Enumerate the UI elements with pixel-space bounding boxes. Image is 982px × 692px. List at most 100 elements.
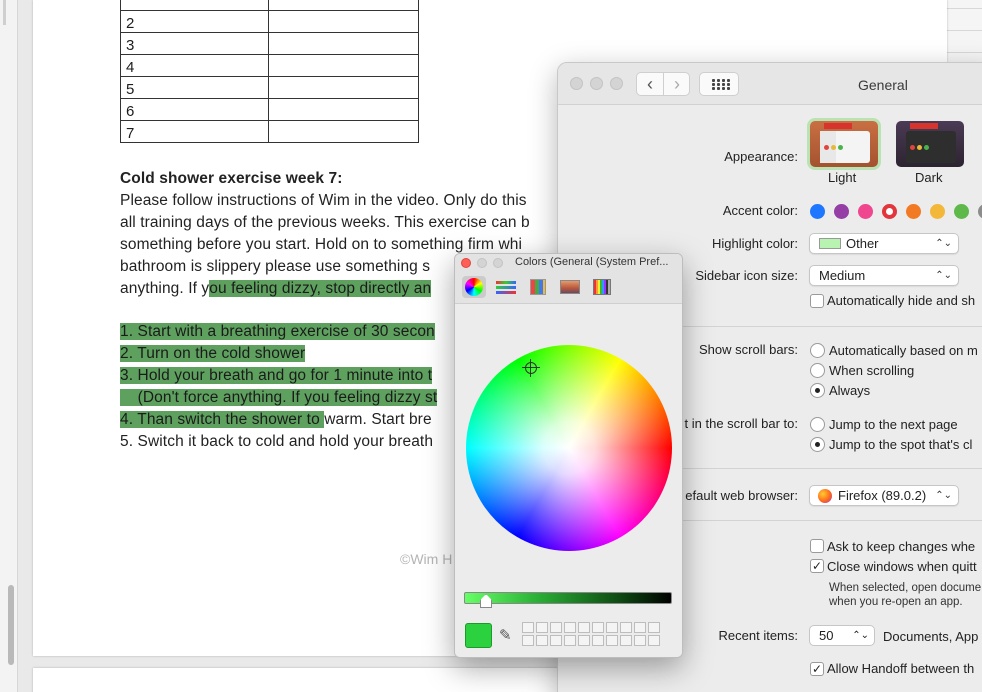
back-button[interactable]: ‹ (637, 75, 663, 95)
doc-highlight: 3. Hold your breath and go for 1 minute … (120, 367, 433, 384)
table-row: 7 (120, 120, 419, 143)
allow-handoff-checkbox[interactable]: ✓ (810, 662, 824, 676)
table-row: 4 (120, 54, 419, 77)
accent-yellow[interactable] (930, 204, 945, 219)
color-palettes-tab[interactable] (526, 276, 550, 298)
window-title: General (858, 77, 908, 93)
image-palette-icon (560, 280, 580, 294)
sidebar-size-popup[interactable]: Medium ⌃⌄ (809, 265, 959, 286)
color-wheel-icon (465, 278, 483, 296)
close-button[interactable] (570, 77, 583, 90)
appearance-dark-option[interactable] (896, 121, 964, 167)
click-scroll-label: t in the scroll bar to: (684, 416, 798, 431)
accent-blue[interactable] (810, 204, 825, 219)
scroll-always-radio[interactable] (810, 383, 825, 398)
default-browser-label: efault web browser: (685, 488, 798, 503)
accent-graphite[interactable] (978, 204, 982, 219)
jump-next-page-radio[interactable] (810, 417, 825, 432)
left-scroll-thumb[interactable] (8, 585, 14, 665)
recent-items-value: 50 (819, 628, 834, 643)
minimize-button[interactable] (477, 258, 487, 268)
doc-highlight: 4. Than switch the shower to (120, 411, 325, 428)
colors-panel: Colors (General (System Pref... ✎ (454, 253, 683, 658)
doc-step: 2. Turn on the cold shower (120, 345, 306, 363)
accent-green[interactable] (954, 204, 969, 219)
window-titlebar: ‹ › General (558, 63, 982, 105)
close-windows-note: when you re-open an app. (829, 596, 963, 608)
table-row: 3 (120, 32, 419, 55)
accent-pink[interactable] (858, 204, 873, 219)
doc-step: 1. Start with a breathing exercise of 30… (120, 323, 435, 341)
color-picker-crosshair[interactable] (522, 359, 540, 377)
zoom-button[interactable] (610, 77, 623, 90)
default-browser-popup[interactable]: Firefox (89.0.2) ⌃⌄ (809, 485, 959, 506)
image-palettes-tab[interactable] (558, 276, 582, 298)
close-button[interactable] (461, 258, 471, 268)
appearance-dark-label: Dark (915, 170, 943, 185)
chevron-updown-icon: ⌃⌄ (935, 238, 952, 249)
doc-highlight: (Don't force anything. If you feeling di… (120, 389, 438, 406)
recent-items-stepper[interactable]: 50 ⌃⌄ (809, 625, 875, 646)
sliders-icon (496, 281, 516, 284)
doc-step: (Don't force anything. If you feeling di… (120, 389, 438, 407)
close-windows-checkbox[interactable]: ✓ (810, 559, 824, 573)
close-windows-label: Close windows when quitt (827, 559, 977, 574)
left-scrollbar[interactable] (0, 0, 18, 692)
accent-red-selected[interactable] (882, 204, 897, 219)
colors-toolbar (455, 272, 682, 304)
chevron-updown-icon: ⌃⌄ (935, 490, 952, 501)
eyedropper-icon[interactable]: ✎ (499, 627, 517, 645)
default-browser-value: Firefox (89.0.2) (838, 488, 927, 503)
scroll-auto-radio[interactable] (810, 343, 825, 358)
appearance-light-label: Light (828, 170, 857, 185)
zoom-button[interactable] (493, 258, 503, 268)
scroll-always-label: Always (829, 383, 871, 398)
doc-text-plain: warm. Start bre (324, 411, 432, 428)
scroll-when-scrolling-radio[interactable] (810, 363, 825, 378)
current-color-swatch[interactable] (465, 623, 492, 648)
color-wheel[interactable] (466, 345, 672, 551)
pencils-tab[interactable] (590, 276, 614, 298)
doc-highlight: 2. Turn on the cold shower (120, 345, 306, 362)
palettes-icon (530, 279, 546, 295)
accent-orange[interactable] (906, 204, 921, 219)
firefox-icon (818, 489, 832, 503)
jump-next-page-label: Jump to the next page (829, 417, 958, 432)
forward-button[interactable]: › (664, 75, 690, 95)
jump-to-spot-radio[interactable] (810, 437, 825, 452)
doc-highlight: ou feeling dizzy, stop directly an (209, 280, 432, 297)
highlight-color-popup[interactable]: Other ⌃⌄ (809, 233, 959, 254)
appearance-label: Appearance: (724, 149, 798, 164)
sidebar-size-value: Medium (819, 268, 866, 283)
scroll-auto-label: Automatically based on m (829, 343, 978, 358)
chevron-updown-icon: ⌃⌄ (935, 270, 952, 281)
minimize-button[interactable] (590, 77, 603, 90)
table-row: 2 (120, 10, 419, 33)
table-row (120, 0, 419, 11)
doc-heading: Cold shower exercise week 7: (120, 170, 343, 187)
appearance-light-option[interactable] (810, 121, 878, 167)
sidebar-size-label: Sidebar icon size: (695, 268, 798, 283)
colors-body: ✎ (455, 305, 682, 657)
nav-buttons: ‹ › (636, 72, 690, 96)
doc-paragraph-line: bathroom is slippery please use somethin… (120, 258, 431, 275)
jump-to-spot-label: Jump to the spot that's cl (829, 437, 973, 452)
ask-keep-changes-checkbox[interactable] (810, 539, 824, 553)
stepper-arrows-icon[interactable]: ⌃⌄ (852, 626, 869, 645)
doc-text-plain: anything. If y (120, 280, 210, 297)
highlight-color-label: Highlight color: (712, 236, 798, 251)
doc-footer: ©Wim H (400, 551, 453, 567)
allow-handoff-label: Allow Handoff between th (827, 661, 975, 676)
accent-purple[interactable] (834, 204, 849, 219)
doc-highlight: 1. Start with a breathing exercise of 30… (120, 323, 435, 340)
show-all-button[interactable] (699, 72, 739, 96)
auto-hide-menubar-checkbox[interactable] (810, 294, 824, 308)
brightness-slider[interactable] (464, 592, 672, 604)
doc-paragraph-line: all training days of the previous weeks.… (120, 214, 530, 231)
doc-step: 4. Than switch the shower to warm. Start… (120, 411, 432, 429)
doc-paragraph-line: something before you start. Hold on to s… (120, 236, 523, 253)
color-wheel-tab[interactable] (462, 276, 486, 298)
doc-step: 5. Switch it back to cold and hold your … (120, 433, 434, 450)
colors-titlebar: Colors (General (System Pref... (455, 254, 682, 272)
color-sliders-tab[interactable] (494, 276, 518, 298)
